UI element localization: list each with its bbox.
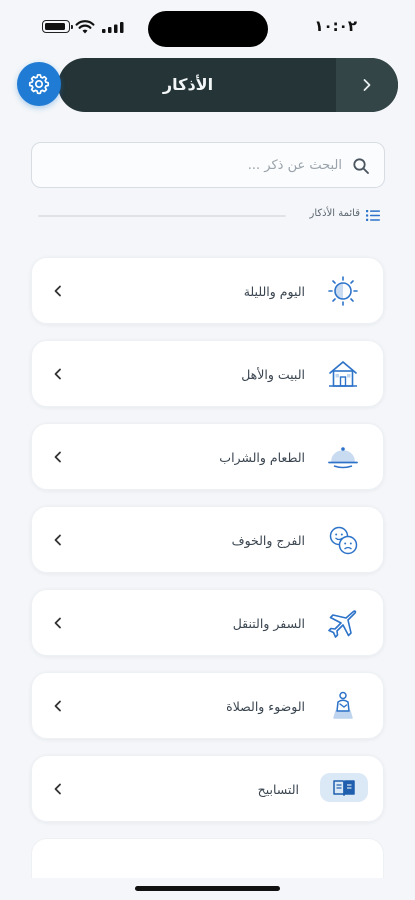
book-icon-badge [320,773,368,802]
list-item-label: الطعام والشراب [219,450,305,465]
chevron-left-icon [54,534,61,546]
list-item-label: الوضوء والصلاة [226,699,305,714]
chevron-left-icon [54,617,61,629]
house-icon [329,361,357,387]
settings-button[interactable] [17,62,61,106]
search-icon [353,158,369,174]
section-label: قائمة الأذكار [309,208,360,219]
list-item-partial[interactable] [31,838,384,878]
list-item-label: اليوم والليلة [243,284,305,299]
chevron-left-icon [54,451,61,463]
book-icon [333,779,355,796]
chevron-right-icon [363,79,371,91]
back-button[interactable] [336,58,398,112]
list-item-day-night[interactable]: اليوم والليلة [31,257,384,324]
chevron-left-icon [54,285,61,297]
list-item-label: الفرج والخوف [231,533,305,548]
list-item-label: التسابيح [257,782,299,797]
section-divider [38,215,286,217]
list-item-label: السفر والتنقل [232,616,305,631]
chevron-left-icon [54,368,61,380]
food-tray-icon [328,447,358,469]
chevron-left-icon [54,783,61,795]
status-bar: ١٠:٠٢ [0,0,415,52]
praying-person-icon [333,691,353,719]
list-item-relief-fear[interactable]: الفرج والخوف [31,506,384,573]
gear-icon [28,73,50,95]
cellular-signal-icon [102,22,124,33]
wifi-icon [75,20,95,34]
list-item-ablution-prayer[interactable]: الوضوء والصلاة [31,672,384,739]
page-title: الأذكار [162,75,214,94]
list-item-food-drink[interactable]: الطعام والشراب [31,423,384,490]
airplane-icon [328,610,357,638]
battery-icon [42,20,73,33]
list-item-home-family[interactable]: البيت والأهل [31,340,384,407]
list-icon [366,210,380,221]
search-input[interactable] [52,143,342,187]
dynamic-island [148,11,268,47]
list-item-travel[interactable]: السفر والتنقل [31,589,384,656]
search-box [31,142,385,188]
list-item-tasabeeh[interactable]: التسابيح [31,755,384,822]
list-item-label: البيت والأهل [241,367,305,382]
chevron-left-icon [54,700,61,712]
header-bar: الأذكار [58,58,398,112]
section-header: قائمة الأذكار [38,206,380,226]
home-indicator [135,886,280,891]
status-time: ١٠:٠٢ [314,17,357,35]
emotions-icon [329,526,358,555]
day-night-icon [328,276,358,306]
